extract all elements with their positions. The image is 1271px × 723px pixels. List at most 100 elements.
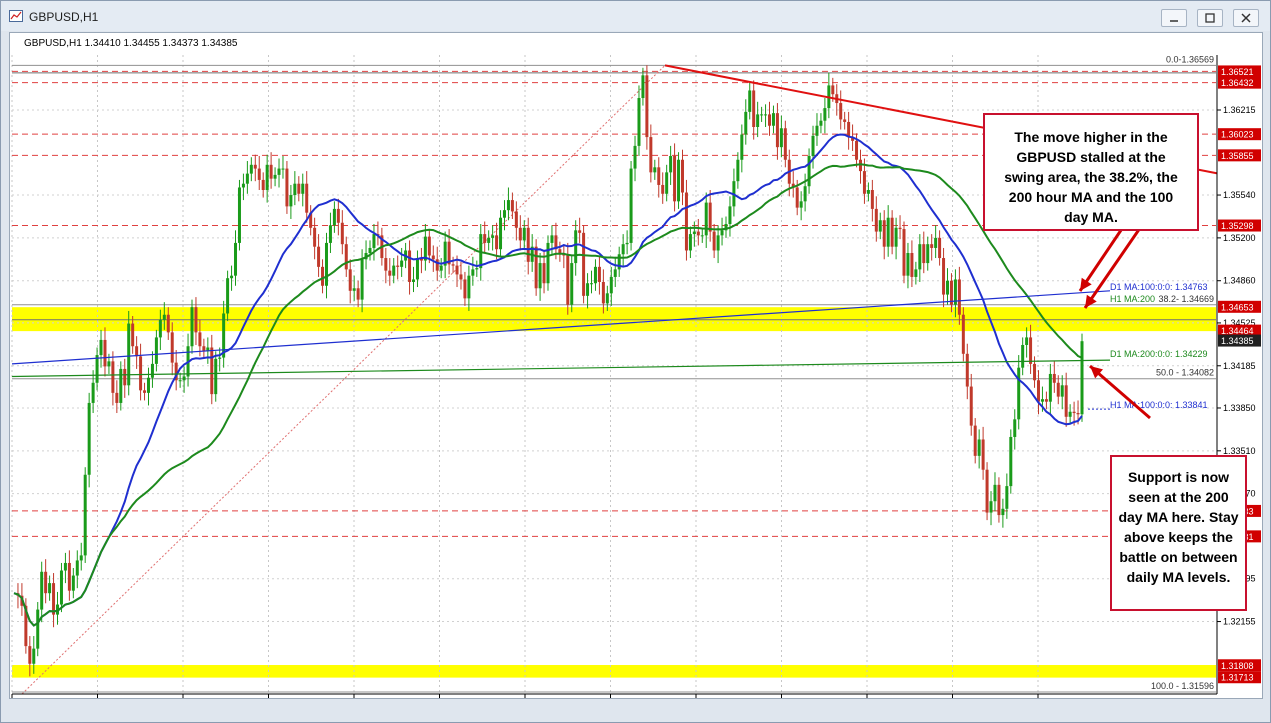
candle-body: [87, 402, 91, 475]
candle-body: [862, 171, 866, 194]
candle-body: [230, 275, 234, 279]
candle-body: [265, 164, 269, 190]
candle-body: [542, 263, 546, 284]
price-level-label: 1.31713: [1221, 673, 1254, 683]
candle-body: [451, 264, 455, 266]
candle-body: [760, 114, 764, 116]
candle-body: [412, 279, 416, 282]
candle-body: [629, 168, 633, 243]
candle-body: [131, 323, 135, 347]
candle-body: [566, 255, 570, 305]
ma-label: H1 MA:100:0:0: 1.33841: [1110, 400, 1208, 410]
candle-body: [752, 90, 756, 127]
candle-body: [819, 120, 823, 126]
price-level-label: 1.35855: [1221, 151, 1254, 161]
candle-body: [431, 255, 435, 260]
candle-body: [977, 439, 981, 456]
price-tick-label: 1.36215: [1223, 105, 1256, 115]
candle-body: [467, 275, 471, 299]
candle-body: [1056, 382, 1060, 397]
candle-body: [680, 159, 684, 193]
candle-body: [874, 208, 878, 232]
price-tick-label: 1.32155: [1223, 617, 1256, 627]
candle-body: [475, 268, 479, 270]
candle-body: [281, 168, 285, 170]
candle-body: [886, 217, 890, 247]
chart-icon: [9, 10, 23, 22]
candle-body: [617, 254, 621, 270]
candle-body: [645, 75, 649, 138]
candle-body: [649, 137, 653, 173]
candle-body: [313, 227, 317, 247]
candle-body: [961, 314, 965, 354]
candle-body: [360, 259, 364, 300]
price-level-label: 1.34385: [1221, 336, 1254, 346]
candle-body: [902, 229, 906, 276]
candle-body: [661, 184, 665, 194]
candle-body: [946, 280, 950, 295]
candle-body: [882, 220, 886, 247]
candle-body: [779, 128, 783, 148]
candle-body: [570, 263, 574, 305]
candle-body: [965, 353, 969, 387]
candle-body: [669, 155, 673, 173]
candle-body: [119, 368, 123, 403]
close-icon: [1241, 13, 1251, 23]
candle-body: [700, 235, 704, 237]
candle-body: [973, 425, 977, 456]
candle-body: [673, 155, 677, 202]
candle-body: [241, 183, 245, 188]
candle-body: [586, 283, 590, 296]
candle-body: [234, 242, 238, 276]
candle-body: [190, 307, 194, 347]
candle-body: [139, 356, 143, 391]
candle-body: [993, 484, 997, 502]
candle-body: [736, 159, 740, 182]
candle-body: [1048, 373, 1052, 402]
candle-body: [372, 234, 376, 248]
minimize-button[interactable]: [1161, 9, 1187, 27]
candle-body: [459, 274, 463, 280]
candle-body: [463, 279, 467, 299]
annotation-text-top: The move higher in the GBPUSD stalled at…: [1004, 129, 1178, 225]
candle-body: [637, 98, 641, 146]
candle-body: [495, 235, 499, 250]
price-tick-label: 1.34860: [1223, 276, 1256, 286]
candle-body: [400, 260, 404, 267]
ma-200-hour-line: [13, 163, 1083, 627]
close-button[interactable]: [1233, 9, 1259, 27]
candle-body: [534, 246, 538, 289]
candle-body: [989, 501, 993, 513]
candle-body: [269, 164, 273, 179]
candle-body: [317, 246, 321, 267]
candle-body: [261, 179, 265, 190]
candle-body: [115, 392, 119, 403]
candle-body: [150, 363, 154, 378]
candle-body: [289, 195, 293, 207]
candle-body: [716, 235, 720, 251]
candle-body: [969, 386, 973, 426]
chart-header: GBPUSD,H1 1.34410 1.34455 1.34373 1.3438…: [24, 38, 238, 49]
maximize-button[interactable]: [1197, 9, 1223, 27]
candle-body: [593, 266, 597, 284]
chart-area[interactable]: 0.0-1.36569 38.2- 1.34669 50.0 - 1.34082 10…: [9, 32, 1263, 699]
candle-body: [740, 134, 744, 160]
candle-body: [744, 111, 748, 135]
candle-body: [696, 231, 700, 236]
candle-body: [218, 357, 222, 359]
candle-body: [1072, 411, 1076, 414]
candle-body: [621, 244, 625, 255]
candle-body: [609, 276, 613, 294]
candle-body: [1044, 399, 1048, 402]
candle-body: [439, 265, 443, 271]
candle-body: [214, 358, 218, 395]
price-level-label: 1.36432: [1221, 78, 1254, 88]
candle-body: [898, 227, 902, 230]
candle-body: [855, 140, 859, 160]
candle-body: [297, 183, 301, 194]
terminal-window: GBPUSD,H1 0.0-1.36569 38.2- 1.34669 50.0 -…: [0, 0, 1271, 723]
candle-body: [1025, 337, 1029, 345]
candle-body: [934, 237, 938, 248]
candle-body: [748, 90, 752, 112]
candle-body: [1052, 373, 1056, 383]
